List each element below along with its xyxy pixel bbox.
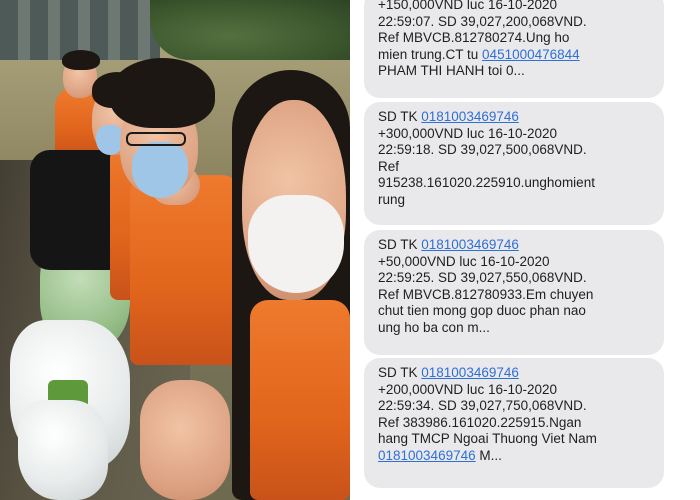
account-number-link[interactable]: 0181003469746 — [421, 237, 519, 252]
message-line: Ref 383986.161020.225915.Ngan — [378, 414, 582, 430]
message-line: rung — [378, 191, 406, 207]
message-line: 22:59:34. SD 39,027,750,068VND. — [378, 398, 587, 414]
message-line: 915238.161020.225910.unghomient — [378, 175, 595, 191]
message-line: +50,000VND luc 16-10-2020 — [378, 253, 550, 269]
line-text: M... — [475, 447, 502, 463]
line-text: SD TK — [378, 109, 422, 124]
sms-message-3: SD TK 0181003469746 +50,000VND luc 16-10… — [364, 230, 664, 355]
sms-message-2: SD TK 0181003469746 +300,000VND luc 16-1… — [364, 102, 664, 225]
message-line: ung ho ba con m... — [378, 319, 490, 335]
message-line: SD TK 0181003469746 — [378, 365, 650, 382]
account-number-link[interactable]: 0181003469746 — [421, 109, 519, 124]
message-line: Ref MBVCB.812780274.Ung ho — [378, 30, 570, 46]
flood-relief-photo — [0, 0, 350, 500]
message-line: mien trung.CT tu 0451000476844 — [378, 47, 650, 64]
line-text: mien trung.CT tu — [378, 46, 483, 62]
message-line: SD TK 0181003469746 — [378, 237, 650, 254]
account-number-link[interactable]: 0181003469746 — [421, 365, 519, 380]
sms-message-1: +150,000VND luc 16-10-2020 22:59:07. SD … — [364, 0, 664, 98]
message-line: +150,000VND luc 16-10-2020 — [378, 0, 558, 12]
message-line: chut tien mong gop duoc phan nao — [378, 303, 586, 319]
line-text: SD TK — [378, 237, 422, 252]
message-line: 22:59:25. SD 39,027,550,068VND. — [378, 270, 587, 286]
relief-bag-white-2 — [18, 400, 108, 500]
message-line: 22:59:07. SD 39,027,200,068VND. — [378, 13, 587, 29]
message-line: SD TK 0181003469746 — [378, 109, 650, 126]
background-trees — [150, 0, 350, 60]
line-text: SD TK — [378, 365, 422, 380]
sms-thread: +150,000VND luc 16-10-2020 22:59:07. SD … — [350, 0, 700, 500]
message-line: 22:59:18. SD 39,027,500,068VND. — [378, 142, 587, 158]
message-line: Ref — [378, 158, 400, 174]
message-line: PHAM THI HANH toi 0... — [378, 63, 525, 79]
message-line: Ref MBVCB.812780933.Em chuyen — [378, 286, 594, 302]
account-number-link[interactable]: 0181003469746 — [378, 448, 476, 463]
message-line: +300,000VND luc 16-10-2020 — [378, 125, 558, 141]
message-line: +200,000VND luc 16-10-2020 — [378, 381, 558, 397]
sms-message-4: SD TK 0181003469746 +200,000VND luc 16-1… — [364, 358, 664, 488]
account-number-link[interactable]: 0451000476844 — [482, 47, 580, 62]
message-line: hang TMCP Ngoai Thuong Viet Nam — [378, 431, 597, 447]
message-line: 0181003469746 M... — [378, 448, 650, 465]
